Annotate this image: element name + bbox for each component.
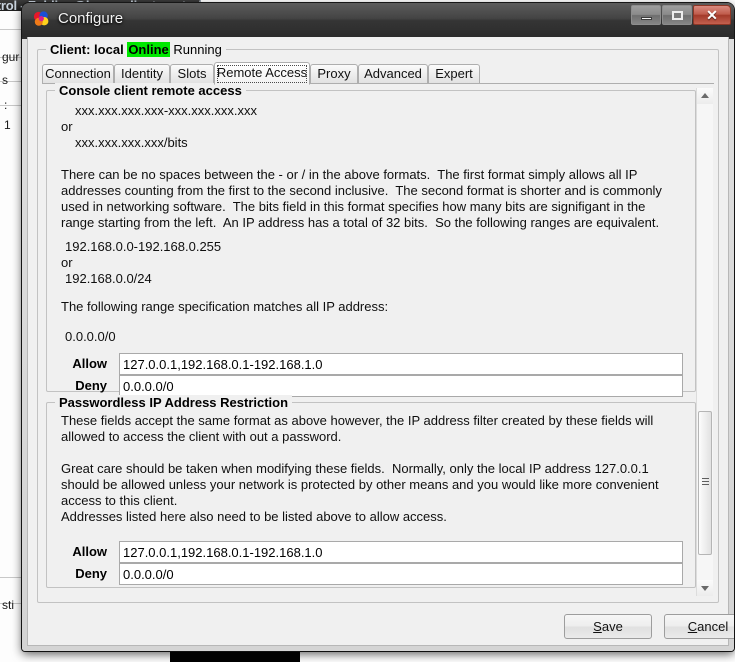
- passwordless-deny-label: Deny: [75, 566, 107, 581]
- passwordless-paragraph-1: These fields accept the same format as a…: [61, 413, 657, 444]
- window-title: Configure: [58, 10, 124, 27]
- tab-label: Proxy: [317, 66, 351, 81]
- tab-label: Advanced: [364, 66, 422, 81]
- scroll-down-arrow-icon: [701, 586, 709, 591]
- console-deny-row: Deny: [59, 375, 683, 397]
- vertical-scrollbar[interactable]: [696, 88, 713, 596]
- scroll-up-button[interactable]: [697, 88, 713, 104]
- passwordless-paragraph-2: Great care should be taken when modifyin…: [61, 461, 663, 508]
- format-example-bits: xxx.xxx.xxx.xxx/bits: [75, 135, 188, 150]
- console-deny-label: Deny: [75, 378, 107, 393]
- tab-label: Identity: [121, 66, 163, 81]
- format-or-2: or: [61, 255, 73, 270]
- format-or-1: or: [61, 119, 73, 134]
- passwordless-deny-row: Deny: [59, 563, 683, 585]
- titlebar[interactable]: Configure ✕: [22, 3, 734, 37]
- tab-label: Expert: [435, 66, 473, 81]
- tabstrip: Connection Identity Slots Remote Access …: [42, 62, 714, 85]
- scrollbar-grip-icon: [702, 478, 709, 485]
- console-remote-access-group: Console client remote access xxx.xxx.xxx…: [46, 83, 696, 397]
- tab-slots[interactable]: Slots: [170, 64, 214, 84]
- format-example-range: xxx.xxx.xxx.xxx-xxx.xxx.xxx.xxx: [75, 103, 257, 118]
- range-example-1: 192.168.0.0-192.168.0.255: [65, 239, 222, 254]
- maximize-button[interactable]: [662, 5, 692, 25]
- scroll-down-button[interactable]: [697, 580, 713, 596]
- console-allow-label: Allow: [72, 356, 107, 371]
- bg-text-fragment: :: [4, 98, 8, 112]
- client-prefix: Client: local: [50, 42, 124, 57]
- save-label-suffix: ave: [601, 619, 623, 634]
- tab-proxy[interactable]: Proxy: [310, 64, 358, 84]
- cancel-button[interactable]: Cancel: [664, 614, 734, 639]
- console-remote-access-legend: Console client remote access: [55, 83, 246, 98]
- minimize-icon: [641, 17, 652, 20]
- save-button[interactable]: Save: [564, 614, 652, 639]
- tab-advanced[interactable]: Advanced: [358, 64, 428, 84]
- passwordless-paragraph-3: Addresses listed here also need to be li…: [61, 509, 447, 524]
- tab-expert[interactable]: Expert: [428, 64, 480, 84]
- scrollbar-thumb[interactable]: [698, 411, 712, 555]
- maximize-icon: [672, 11, 683, 20]
- console-allow-row: Allow: [59, 353, 683, 375]
- console-allow-input[interactable]: [119, 353, 683, 375]
- bg-text-fragment: 1: [4, 118, 11, 132]
- tab-identity[interactable]: Identity: [114, 64, 170, 84]
- range-example-2: 192.168.0.0/24: [65, 271, 152, 286]
- passwordless-restriction-legend: Passwordless IP Address Restriction: [55, 395, 293, 410]
- client-state: Running: [173, 42, 222, 57]
- passwordless-deny-input[interactable]: [119, 563, 683, 585]
- bg-text-fragment: sti: [2, 598, 14, 612]
- bg-text-fragment: s: [2, 73, 8, 87]
- tab-label: Remote Access: [216, 65, 308, 80]
- scrollbar-track[interactable]: [697, 104, 713, 580]
- scroll-up-arrow-icon: [701, 93, 709, 98]
- dialog-client-area: Client: local Online Running Connection …: [27, 37, 734, 646]
- cancel-label-suffix: ancel: [697, 619, 729, 634]
- client-status-group: Client: local Online Running Connection …: [37, 42, 719, 603]
- range-example-3: 0.0.0.0/0: [65, 329, 116, 344]
- passwordless-allow-input[interactable]: [119, 541, 683, 563]
- cancel-accel: C: [687, 619, 698, 634]
- folding-at-home-icon: [32, 10, 50, 28]
- tab-remote-access[interactable]: Remote Access: [214, 62, 310, 85]
- console-paragraph-2: The following range specification matche…: [61, 299, 389, 314]
- passwordless-allow-row: Allow: [59, 541, 683, 563]
- tab-label: Slots: [177, 66, 207, 81]
- minimize-button[interactable]: [631, 5, 661, 25]
- tab-label: Connection: [45, 66, 111, 81]
- tab-connection[interactable]: Connection: [42, 64, 114, 84]
- remote-access-tab-page: Console client remote access xxx.xxx.xxx…: [42, 83, 714, 596]
- save-accel: S: [593, 619, 602, 634]
- close-icon: ✕: [706, 7, 718, 23]
- passwordless-allow-label: Allow: [72, 544, 107, 559]
- close-button[interactable]: ✕: [693, 5, 731, 25]
- status-badge: Online: [127, 42, 170, 57]
- console-deny-input[interactable]: [119, 375, 683, 397]
- configure-dialog: Configure ✕ Client: local Online Running…: [22, 3, 734, 651]
- client-status-legend: Client: local Online Running: [46, 42, 226, 57]
- bg-text-fragment: gur: [2, 50, 20, 64]
- passwordless-restriction-group: Passwordless IP Address Restriction Thes…: [46, 395, 696, 588]
- console-paragraph-1: There can be no spaces between the - or …: [61, 167, 666, 230]
